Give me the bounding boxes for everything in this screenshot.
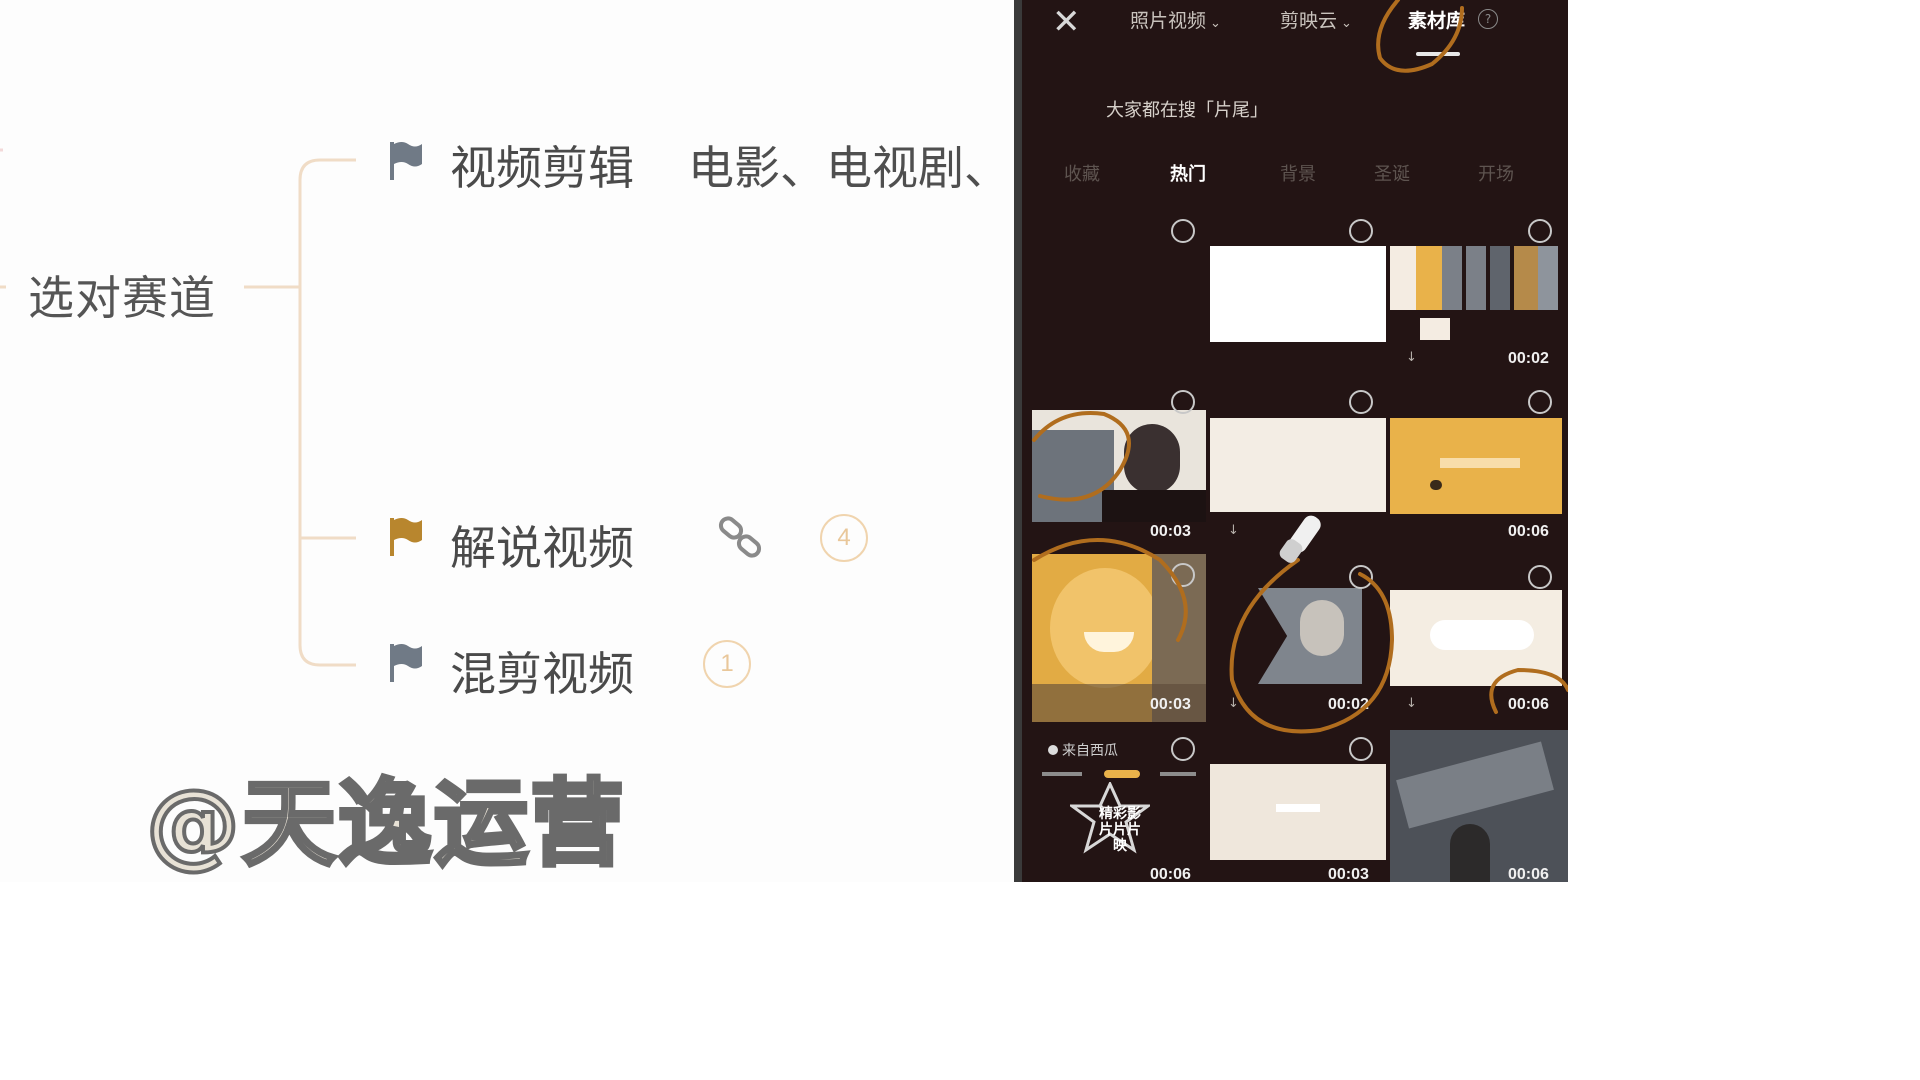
select-circle[interactable] [1349, 737, 1373, 761]
material-tile[interactable] [1244, 584, 1374, 688]
material-tile[interactable] [1390, 418, 1562, 514]
tab-material-library[interactable]: 素材库 [1408, 6, 1465, 33]
duration-label: 00:03 [1328, 866, 1369, 882]
help-icon[interactable]: ? [1478, 9, 1498, 29]
category-christmas[interactable]: 圣诞 [1374, 160, 1410, 186]
mindmap-node-video-editing[interactable]: 视频剪辑 [450, 132, 634, 198]
material-tile[interactable] [1210, 764, 1386, 860]
phone-bezel [1014, 0, 1022, 882]
category-background[interactable]: 背景 [1280, 160, 1316, 186]
material-tile[interactable] [1032, 410, 1206, 522]
material-tile[interactable] [1210, 246, 1386, 342]
category-hot[interactable]: 热门 [1170, 160, 1206, 186]
active-tab-indicator [1416, 52, 1460, 56]
tab-jianying-cloud[interactable]: 剪映云 ⌄ [1280, 6, 1352, 33]
tab-label: 照片视频 [1130, 10, 1207, 32]
select-circle[interactable] [1171, 219, 1195, 243]
select-circle[interactable] [1171, 390, 1195, 414]
flag-icon [390, 644, 422, 682]
flag-icon [390, 518, 422, 556]
duration-label: 00:06 [1508, 523, 1549, 540]
letterbox-bottom [0, 882, 1920, 1080]
select-circle[interactable] [1349, 565, 1373, 589]
select-circle[interactable] [1528, 219, 1552, 243]
chevron-down-icon: ⌄ [1210, 16, 1221, 31]
download-icon[interactable]: ↓ [1228, 696, 1239, 711]
material-tile[interactable] [1390, 730, 1568, 882]
letterbox-right [1568, 0, 1920, 882]
duration-label: 00:06 [1150, 866, 1191, 882]
material-tile[interactable] [1390, 590, 1562, 686]
select-circle[interactable] [1528, 565, 1552, 589]
duration-label: 00:06 [1508, 866, 1549, 882]
category-opening[interactable]: 开场 [1478, 160, 1514, 186]
card-title: 精彩影片片片映 [1099, 806, 1141, 854]
location-icon [1048, 745, 1058, 755]
mindmap-node-commentary-video[interactable]: 解说视频 [450, 512, 634, 578]
select-circle[interactable] [1349, 390, 1373, 414]
duration-label: 00:03 [1150, 523, 1191, 540]
select-circle[interactable] [1171, 563, 1195, 587]
duration-label: 00:06 [1508, 696, 1549, 713]
duration-label: 00:02 [1508, 350, 1549, 367]
count-badge[interactable]: 1 [703, 640, 751, 688]
category-favorites[interactable]: 收藏 [1064, 160, 1100, 186]
search-hint[interactable]: 大家都在搜「片尾」 [1106, 96, 1268, 122]
select-circle[interactable] [1171, 737, 1195, 761]
mindmap-node-mashup-video[interactable]: 混剪视频 [450, 638, 634, 704]
screen: 选对赛道 视频剪辑 电影、电视剧、 解说视频 4 混剪视频 1 @天逸运营 ✕ … [0, 0, 1568, 882]
tab-photo-video[interactable]: 照片视频 ⌄ [1130, 6, 1221, 33]
duration-label: 00:03 [1150, 696, 1191, 713]
watermark: @天逸运营 [144, 768, 627, 881]
link-icon[interactable] [716, 515, 764, 561]
material-tile[interactable] [1390, 246, 1568, 346]
select-circle[interactable] [1528, 390, 1552, 414]
tab-label: 剪映云 [1280, 10, 1338, 32]
duration-label: 00:02 [1328, 696, 1369, 713]
count-badge[interactable]: 4 [820, 514, 868, 562]
download-icon[interactable]: ↓ [1406, 350, 1417, 365]
source-label: 来自西瓜 [1048, 740, 1118, 760]
source-label-text: 来自西瓜 [1062, 743, 1118, 759]
material-tile[interactable] [1210, 418, 1386, 512]
chevron-down-icon: ⌄ [1341, 16, 1352, 31]
mindmap-node-extra-text: 电影、电视剧、 [688, 141, 1010, 195]
select-circle[interactable] [1349, 219, 1373, 243]
close-icon[interactable]: ✕ [1052, 2, 1081, 42]
download-icon[interactable]: ↓ [1228, 523, 1239, 538]
flag-icon [390, 142, 422, 180]
download-icon[interactable]: ↓ [1406, 696, 1417, 711]
